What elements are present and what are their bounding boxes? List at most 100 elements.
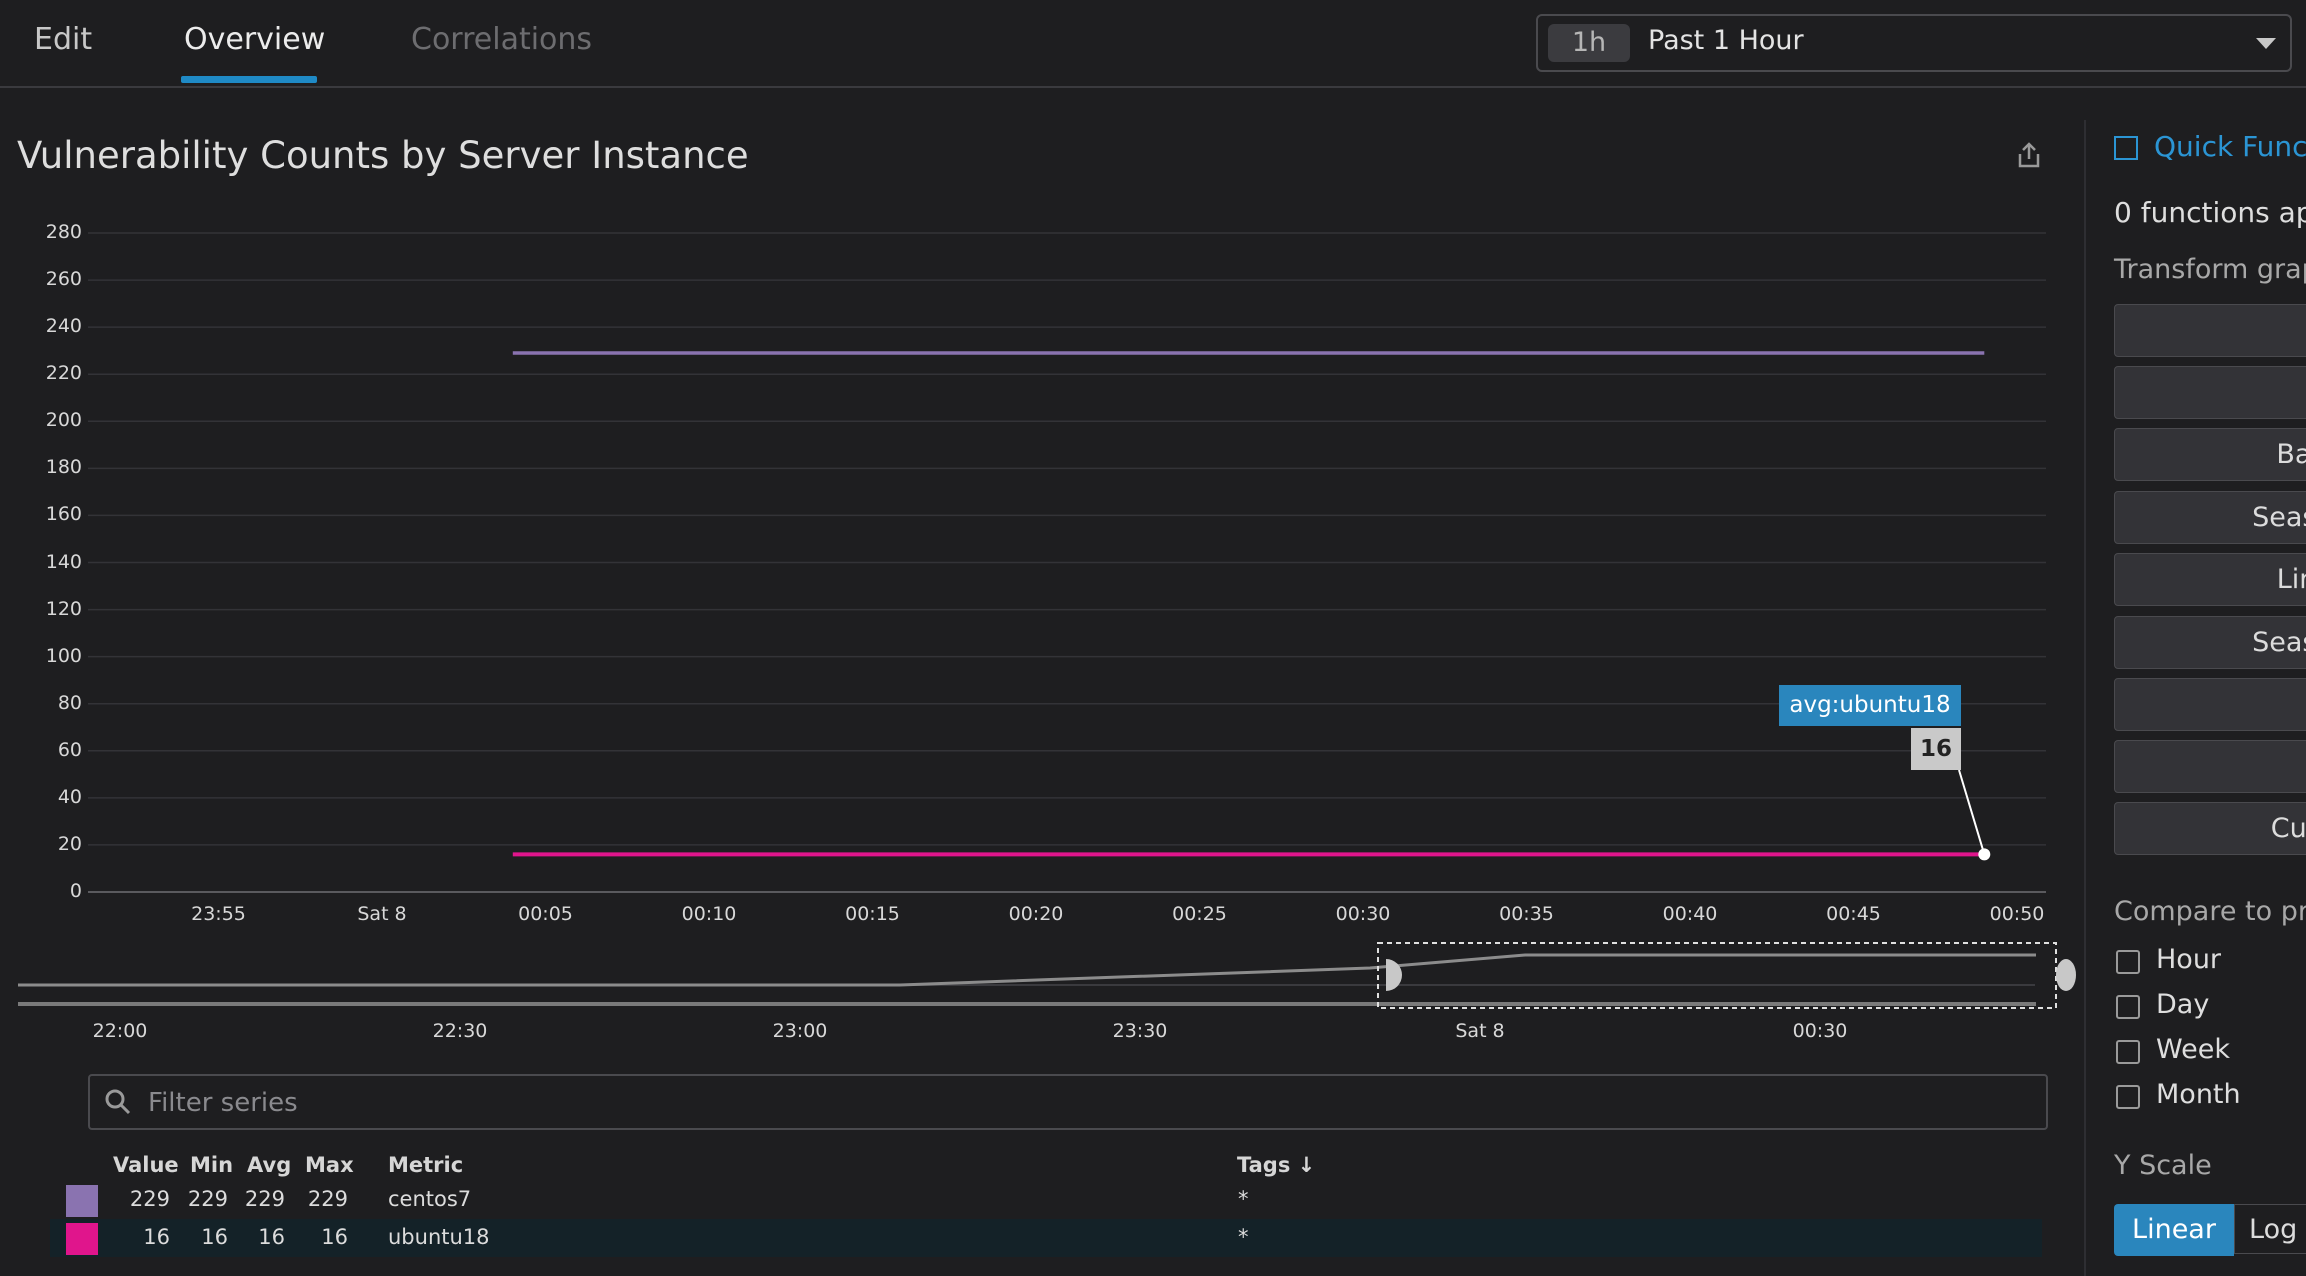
function-button[interactable]: Seaso [2114, 616, 2306, 669]
col-header-min[interactable]: Min [190, 1153, 233, 1177]
y-tick-label: 20 [57, 832, 82, 855]
navigator-tick-label: 22:00 [92, 1020, 148, 1042]
cell-avg: 16 [258, 1225, 285, 1249]
series-color-swatch [66, 1223, 98, 1255]
function-button[interactable]: Line [2114, 553, 2306, 606]
functions-applied-text: 0 functions appl [2114, 196, 2306, 229]
cell-max: 229 [307, 1187, 348, 1211]
y-tick-label: 240 [45, 315, 82, 338]
chevron-down-icon [2256, 38, 2276, 49]
function-button[interactable]: D [2114, 740, 2306, 793]
function-button-label: Cum [2270, 813, 2306, 844]
navigator-tick-label: 22:30 [432, 1020, 488, 1042]
y-scale-log-button[interactable]: Log [2234, 1204, 2306, 1254]
y-tick-label: 280 [45, 221, 82, 243]
compare-week-label: Week [2156, 1034, 2230, 1065]
function-button-label: Basi [2276, 439, 2306, 470]
function-button[interactable]: Tr [2114, 366, 2306, 419]
navigator-tick-label: 23:00 [772, 1020, 828, 1042]
x-tick-label: 23:55 [191, 903, 246, 925]
hover-point [1978, 848, 1991, 861]
compare-hour-label: Hour [2156, 944, 2222, 975]
cell-tags: * [1238, 1187, 1249, 1211]
y-scale-label: Y Scale [2114, 1150, 2212, 1181]
navigator-tick-label: 23:30 [1112, 1020, 1168, 1042]
cell-metric: ubuntu18 [388, 1225, 490, 1249]
x-tick-label: 00:25 [1172, 903, 1227, 925]
function-button[interactable]: Seaso [2114, 491, 2306, 544]
compare-week-checkbox[interactable] [2116, 1040, 2140, 1064]
compare-day-label: Day [2156, 989, 2210, 1020]
line-chart[interactable] [0, 0, 2060, 960]
y-tick-label: 160 [45, 503, 82, 526]
compare-label: Compare to prev [2114, 896, 2306, 927]
navigator-left-handle [1386, 959, 1402, 991]
navigator-tick-label: 00:30 [1792, 1020, 1848, 1042]
y-tick-label: 0 [69, 880, 82, 902]
series-color-swatch [66, 1185, 98, 1217]
y-tick-label: 60 [57, 738, 82, 761]
function-button-label: Seaso [2252, 502, 2306, 533]
y-scale-linear-button[interactable]: Linear [2114, 1204, 2234, 1256]
function-button[interactable]: Basi [2114, 428, 2306, 481]
time-navigator[interactable] [0, 940, 2080, 1020]
cell-min: 16 [201, 1225, 228, 1249]
y-tick-label: 40 [57, 785, 82, 808]
compare-month-label: Month [2156, 1079, 2241, 1110]
table-row[interactable]: 229 229 229 229 centos7 * [50, 1181, 2042, 1219]
cell-value: 16 [143, 1225, 170, 1249]
y-tick-label: 200 [45, 409, 82, 432]
filter-series-box[interactable] [88, 1074, 2048, 1130]
col-header-max[interactable]: Max [305, 1153, 354, 1177]
cell-metric: centos7 [388, 1187, 472, 1211]
x-tick-label: 00:40 [1662, 903, 1718, 925]
col-header-tags[interactable]: Tags ↓ [1237, 1153, 1315, 1177]
y-tick-label: 220 [45, 362, 82, 385]
tooltip-leader-line [1958, 769, 1986, 855]
cell-min: 229 [187, 1187, 228, 1211]
tooltip-series-label: avg:ubuntu18 [1779, 685, 1961, 726]
cell-avg: 229 [244, 1187, 285, 1211]
function-button-label: Seaso [2252, 627, 2306, 658]
x-tick-label: Sat 8 [357, 903, 407, 925]
cell-tags: * [1238, 1225, 1249, 1249]
y-tick-label: 120 [45, 597, 82, 620]
x-tick-label: 00:35 [1499, 903, 1554, 925]
x-tick-label: 00:10 [681, 903, 737, 925]
quick-functions-panel: Quick Functio 0 functions appl Transform… [2084, 120, 2306, 1276]
y-tick-label: 180 [45, 456, 82, 479]
compare-hour-checkbox[interactable] [2116, 950, 2140, 974]
transform-graph-label: Transform grapl [2114, 254, 2306, 285]
navigator-selection [1377, 942, 2057, 1009]
x-tick-label: 00:05 [518, 903, 573, 925]
search-icon [104, 1088, 132, 1120]
x-tick-label: 00:50 [1989, 903, 2045, 925]
col-header-avg[interactable]: Avg [247, 1153, 291, 1177]
x-tick-label: 00:20 [1008, 903, 1064, 925]
x-tick-label: 00:30 [1335, 903, 1391, 925]
navigator-right-handle [2056, 959, 2076, 991]
compare-day-checkbox[interactable] [2116, 995, 2140, 1019]
y-tick-label: 100 [45, 644, 82, 667]
navigator-tick-label: Sat 8 [1455, 1020, 1505, 1042]
x-tick-label: 00:45 [1826, 903, 1881, 925]
terminal-icon [2114, 136, 2138, 160]
filter-series-input[interactable] [146, 1080, 2030, 1126]
function-button[interactable] [2114, 304, 2306, 357]
quick-functions-link[interactable]: Quick Functio [2154, 130, 2306, 163]
cell-max: 16 [321, 1225, 348, 1249]
function-button-label: Line [2276, 564, 2306, 595]
col-header-value[interactable]: Value [113, 1153, 179, 1177]
tooltip-value: 16 [1911, 728, 1961, 770]
function-button[interactable]: Cum [2114, 802, 2306, 855]
x-tick-label: 00:15 [845, 903, 900, 925]
table-row[interactable]: 16 16 16 16 ubuntu18 * [50, 1219, 2042, 1257]
y-tick-label: 140 [45, 550, 82, 573]
y-tick-label: 80 [57, 691, 82, 714]
navigator-series-centos7 [18, 953, 2036, 987]
function-button[interactable] [2114, 678, 2306, 731]
cell-value: 229 [129, 1187, 170, 1211]
col-header-metric[interactable]: Metric [388, 1153, 463, 1177]
compare-month-checkbox[interactable] [2116, 1085, 2140, 1109]
y-tick-label: 260 [45, 268, 82, 291]
